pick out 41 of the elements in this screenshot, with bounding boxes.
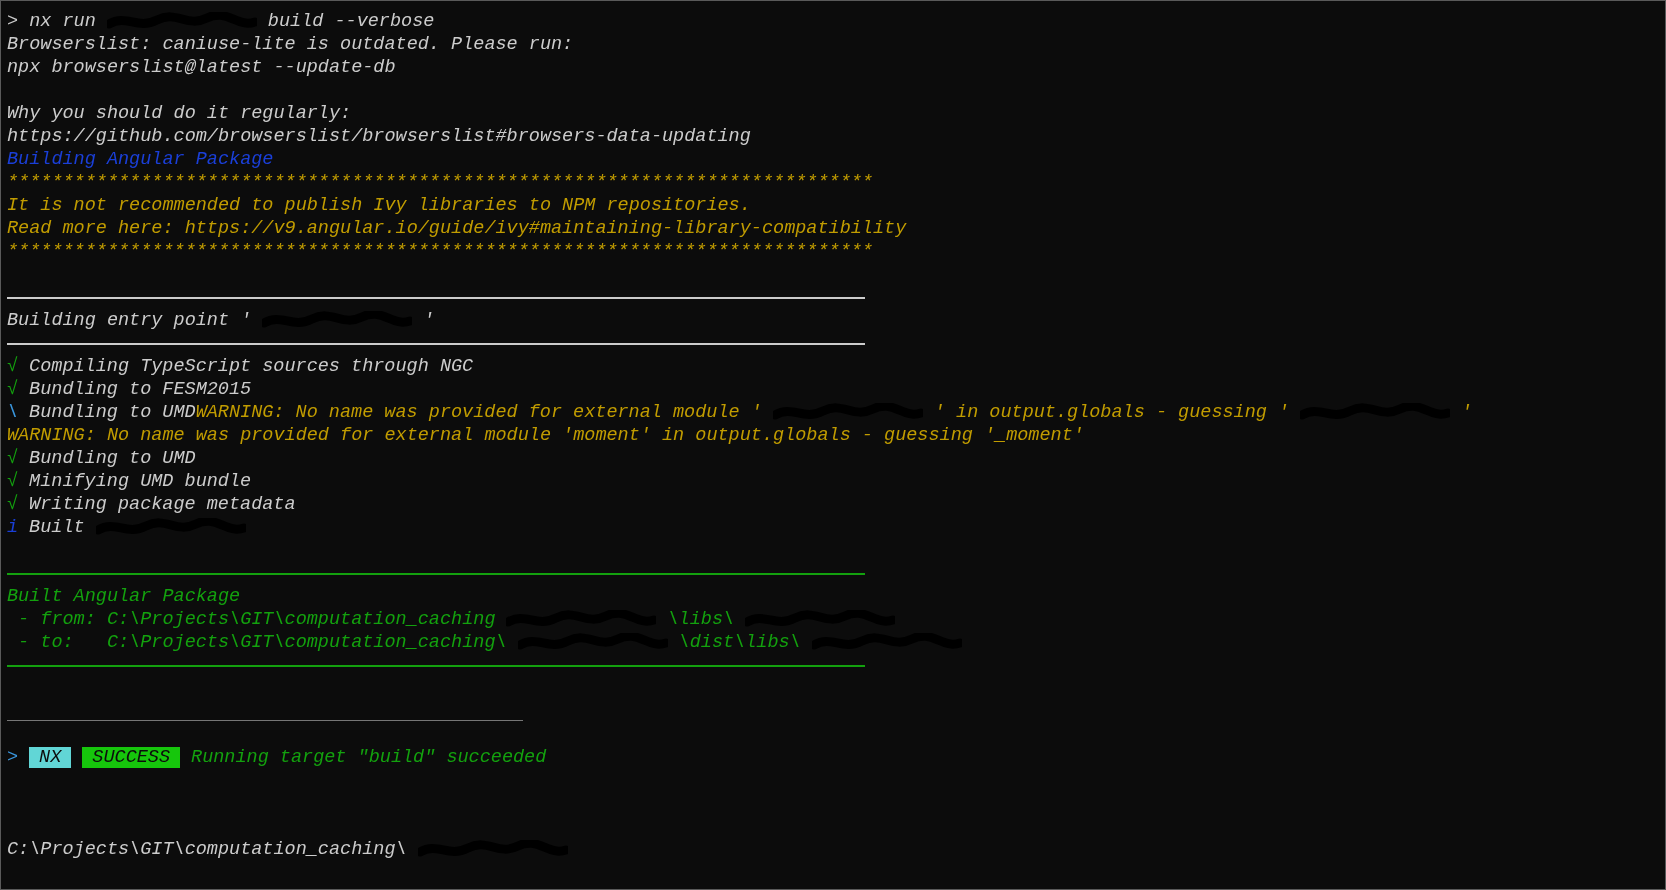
terminal-text: Browserslist: caniuse-lite is outdated. Please run: bbox=[7, 33, 574, 56]
terminal-text: ' in output.globals - guessing ' bbox=[933, 401, 1290, 424]
terminal-text: Building entry point ' bbox=[7, 309, 252, 332]
terminal-text: √ bbox=[7, 378, 19, 401]
terminal-text: ****************************************************************************** bbox=[7, 171, 873, 194]
terminal-text: Minifying UMD bundle bbox=[29, 470, 252, 493]
terminal-text: npx browserslist@latest --update-db bbox=[7, 56, 396, 79]
terminal-text: Compiling TypeScript sources through NGC bbox=[29, 355, 474, 378]
terminal-text: > bbox=[7, 746, 19, 769]
terminal-text: ' bbox=[423, 309, 435, 332]
terminal-text: Bundling to UMD bbox=[29, 447, 196, 470]
terminal-text: - from: C:\Projects\GIT\computation_caching bbox=[17, 608, 496, 631]
terminal-text: - to: C:\Projects\GIT\computation_caching\ bbox=[17, 631, 507, 654]
terminal-text: \ bbox=[7, 401, 19, 424]
terminal-text: Read more here: https://v9.angular.io/guide/ivy#maintaining-library-compatibility bbox=[7, 217, 907, 240]
terminal-text: √ bbox=[7, 355, 19, 378]
terminal-text: Why you should do it regularly: bbox=[7, 102, 352, 125]
terminal-text: Built bbox=[29, 516, 85, 539]
terminal-text: Bundling to FESM2015 bbox=[29, 378, 252, 401]
terminal-text: WARNING: No name was provided for external module 'moment' in output.globals - guessing '_moment' bbox=[7, 424, 1084, 447]
terminal-text: ****************************************************************************** bbox=[7, 240, 873, 263]
terminal-text: \libs\ bbox=[667, 608, 735, 631]
status-tag: SUCCESS bbox=[82, 747, 181, 768]
terminal-text: C:\Projects\GIT\computation_caching\ bbox=[7, 838, 407, 861]
terminal-text: Built Angular Package bbox=[7, 585, 241, 608]
terminal-text: i bbox=[7, 516, 19, 539]
terminal-text: Building Angular Package bbox=[7, 148, 274, 171]
terminal-text: build --verbose bbox=[267, 10, 435, 33]
terminal-text: It is not recommended to publish Ivy libraries to NPM repositories. bbox=[7, 194, 751, 217]
status-tag: NX bbox=[29, 747, 72, 768]
terminal-text: https://github.com/browserslist/browserslist#browsers-data-updating bbox=[7, 125, 751, 148]
terminal-text: √ bbox=[7, 493, 19, 516]
terminal-text: Writing package metadata bbox=[29, 493, 296, 516]
terminal-text: √ bbox=[7, 447, 19, 470]
terminal-text: Running target "build" succeeded bbox=[191, 746, 547, 769]
terminal-text: √ bbox=[7, 470, 19, 493]
terminal-text: Bundling to UMD bbox=[29, 401, 196, 424]
terminal-text: > nx run bbox=[7, 10, 96, 33]
terminal-text: ' bbox=[1461, 401, 1473, 424]
terminal-text: WARNING: No name was provided for external module ' bbox=[195, 401, 762, 424]
terminal-text: \dist\libs\ bbox=[678, 631, 801, 654]
